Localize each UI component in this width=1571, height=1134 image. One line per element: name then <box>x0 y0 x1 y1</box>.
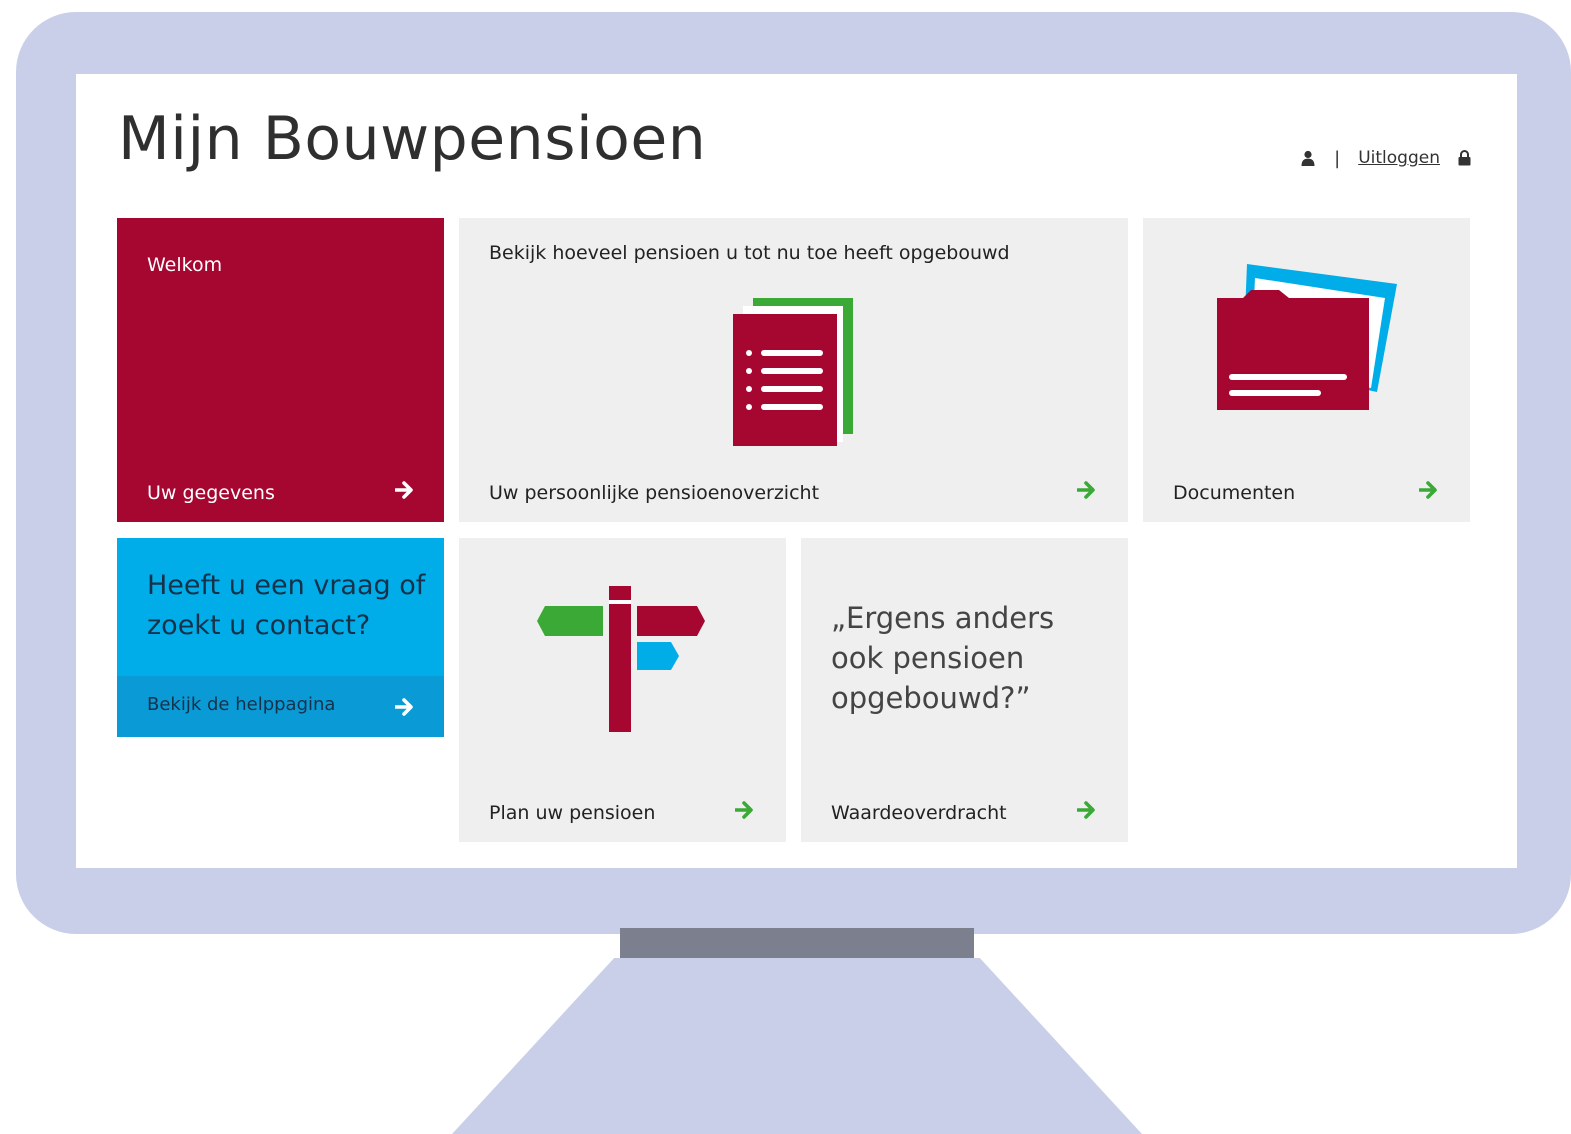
help-tile[interactable]: Heeft u een vraag of zoekt u contact? Be… <box>117 538 444 737</box>
plan-pension-tile[interactable]: Plan uw pensioen <box>459 538 786 842</box>
transfer-quote: „Ergens anders ook pensioen opgebouwd?” <box>831 601 1055 715</box>
monitor-stand <box>452 958 1142 1134</box>
help-link-row[interactable]: Bekijk de helppagina <box>117 676 444 737</box>
arrow-right-icon[interactable] <box>1076 801 1097 823</box>
value-transfer-tile[interactable]: „Ergens anders ook pensioen opgebouwd?” … <box>801 538 1128 842</box>
overview-subtitle: Bekijk hoeveel pensioen u tot nu toe hee… <box>489 242 1010 264</box>
welcome-greeting: Welkom <box>147 254 223 276</box>
signpost-icon <box>537 586 705 732</box>
user-icon[interactable] <box>1300 150 1316 166</box>
documents-tile[interactable]: Documenten <box>1143 218 1470 522</box>
page-title: Mijn Bouwpensioen <box>118 104 707 174</box>
logout-link[interactable]: Uitloggen <box>1358 148 1440 168</box>
pension-overview-link[interactable]: Uw persoonlijke pensioenoverzicht <box>489 482 819 504</box>
folder-icon <box>1217 264 1397 410</box>
help-question: Heeft u een vraag of zoekt u contact? <box>147 570 426 641</box>
help-page-link[interactable]: Bekijk de helppagina <box>147 694 335 715</box>
plan-pension-link[interactable]: Plan uw pensioen <box>489 802 655 824</box>
arrow-right-icon[interactable] <box>394 481 415 503</box>
welcome-tile[interactable]: Welkom Uw gegevens <box>117 218 444 522</box>
your-details-link[interactable]: Uw gegevens <box>147 482 275 504</box>
lock-icon <box>1458 150 1471 166</box>
separator: | <box>1334 147 1341 169</box>
document-list-icon <box>733 298 853 446</box>
documents-link[interactable]: Documenten <box>1173 482 1295 504</box>
monitor-neck <box>620 928 974 960</box>
arrow-right-icon[interactable] <box>394 698 415 720</box>
arrow-right-icon[interactable] <box>734 801 755 823</box>
pension-overview-tile[interactable]: Bekijk hoeveel pensioen u tot nu toe hee… <box>459 218 1128 522</box>
arrow-right-icon[interactable] <box>1418 481 1439 503</box>
value-transfer-link[interactable]: Waardeoverdracht <box>831 802 1007 824</box>
screen: Mijn Bouwpensioen | Uitloggen Welkom Uw … <box>76 74 1517 868</box>
user-bar: | Uitloggen <box>1300 146 1471 170</box>
arrow-right-icon[interactable] <box>1076 481 1097 503</box>
